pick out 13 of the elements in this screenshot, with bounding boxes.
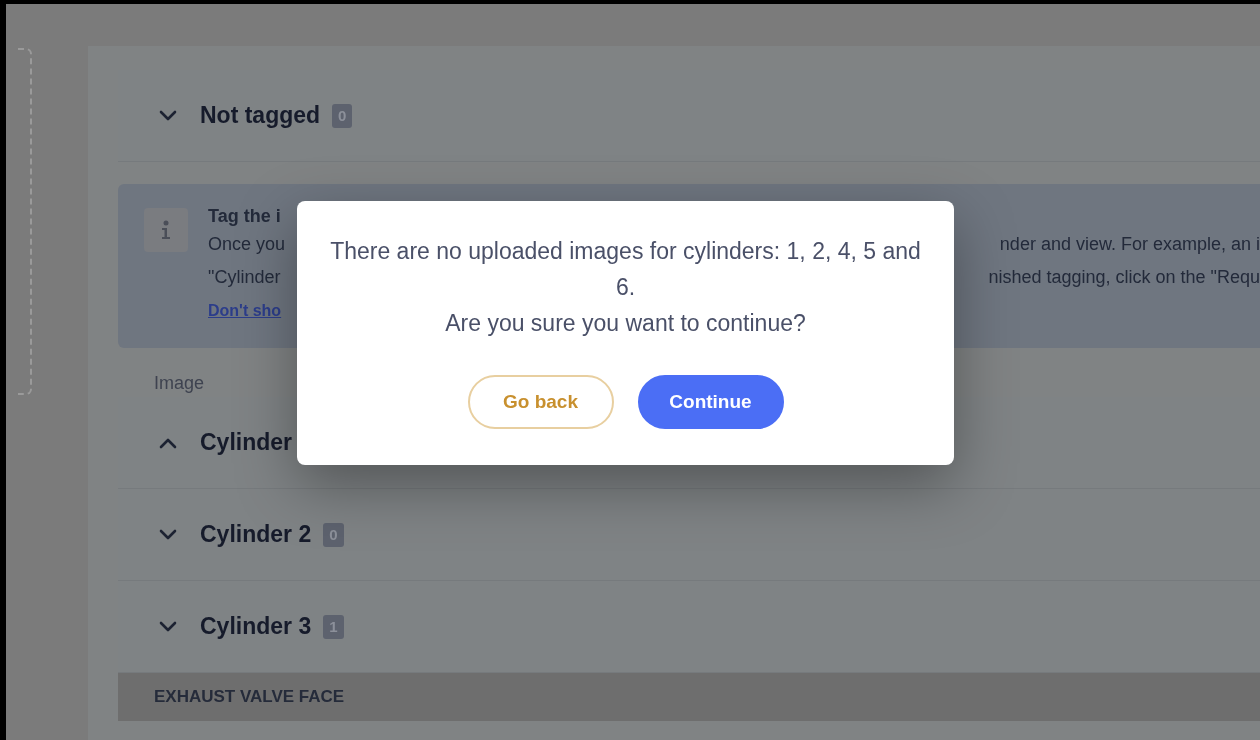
section-title: Cylinder [200,428,293,458]
banner-text: Once you [208,233,286,256]
dialog-message: There are no uploaded images for cylinders: 1, 2, 4, 5 and 6. [329,237,922,302]
section-title: Cylinder 2 [200,520,312,550]
banner-text: "Cylinder [208,266,281,289]
banner-text: nished tagging, click on the "Requ [988,266,1260,289]
dialog-message: Are you sure you want to continue? [445,309,806,338]
banner-text: nder and view. For example, an i [999,233,1260,256]
column-label: Image [154,372,206,395]
subheader-title: EXHAUST VALVE FACE [154,686,345,709]
banner-title: Tag the i [208,205,282,228]
section-title: Not tagged [200,101,321,131]
section-title: Cylinder 3 [200,612,312,642]
